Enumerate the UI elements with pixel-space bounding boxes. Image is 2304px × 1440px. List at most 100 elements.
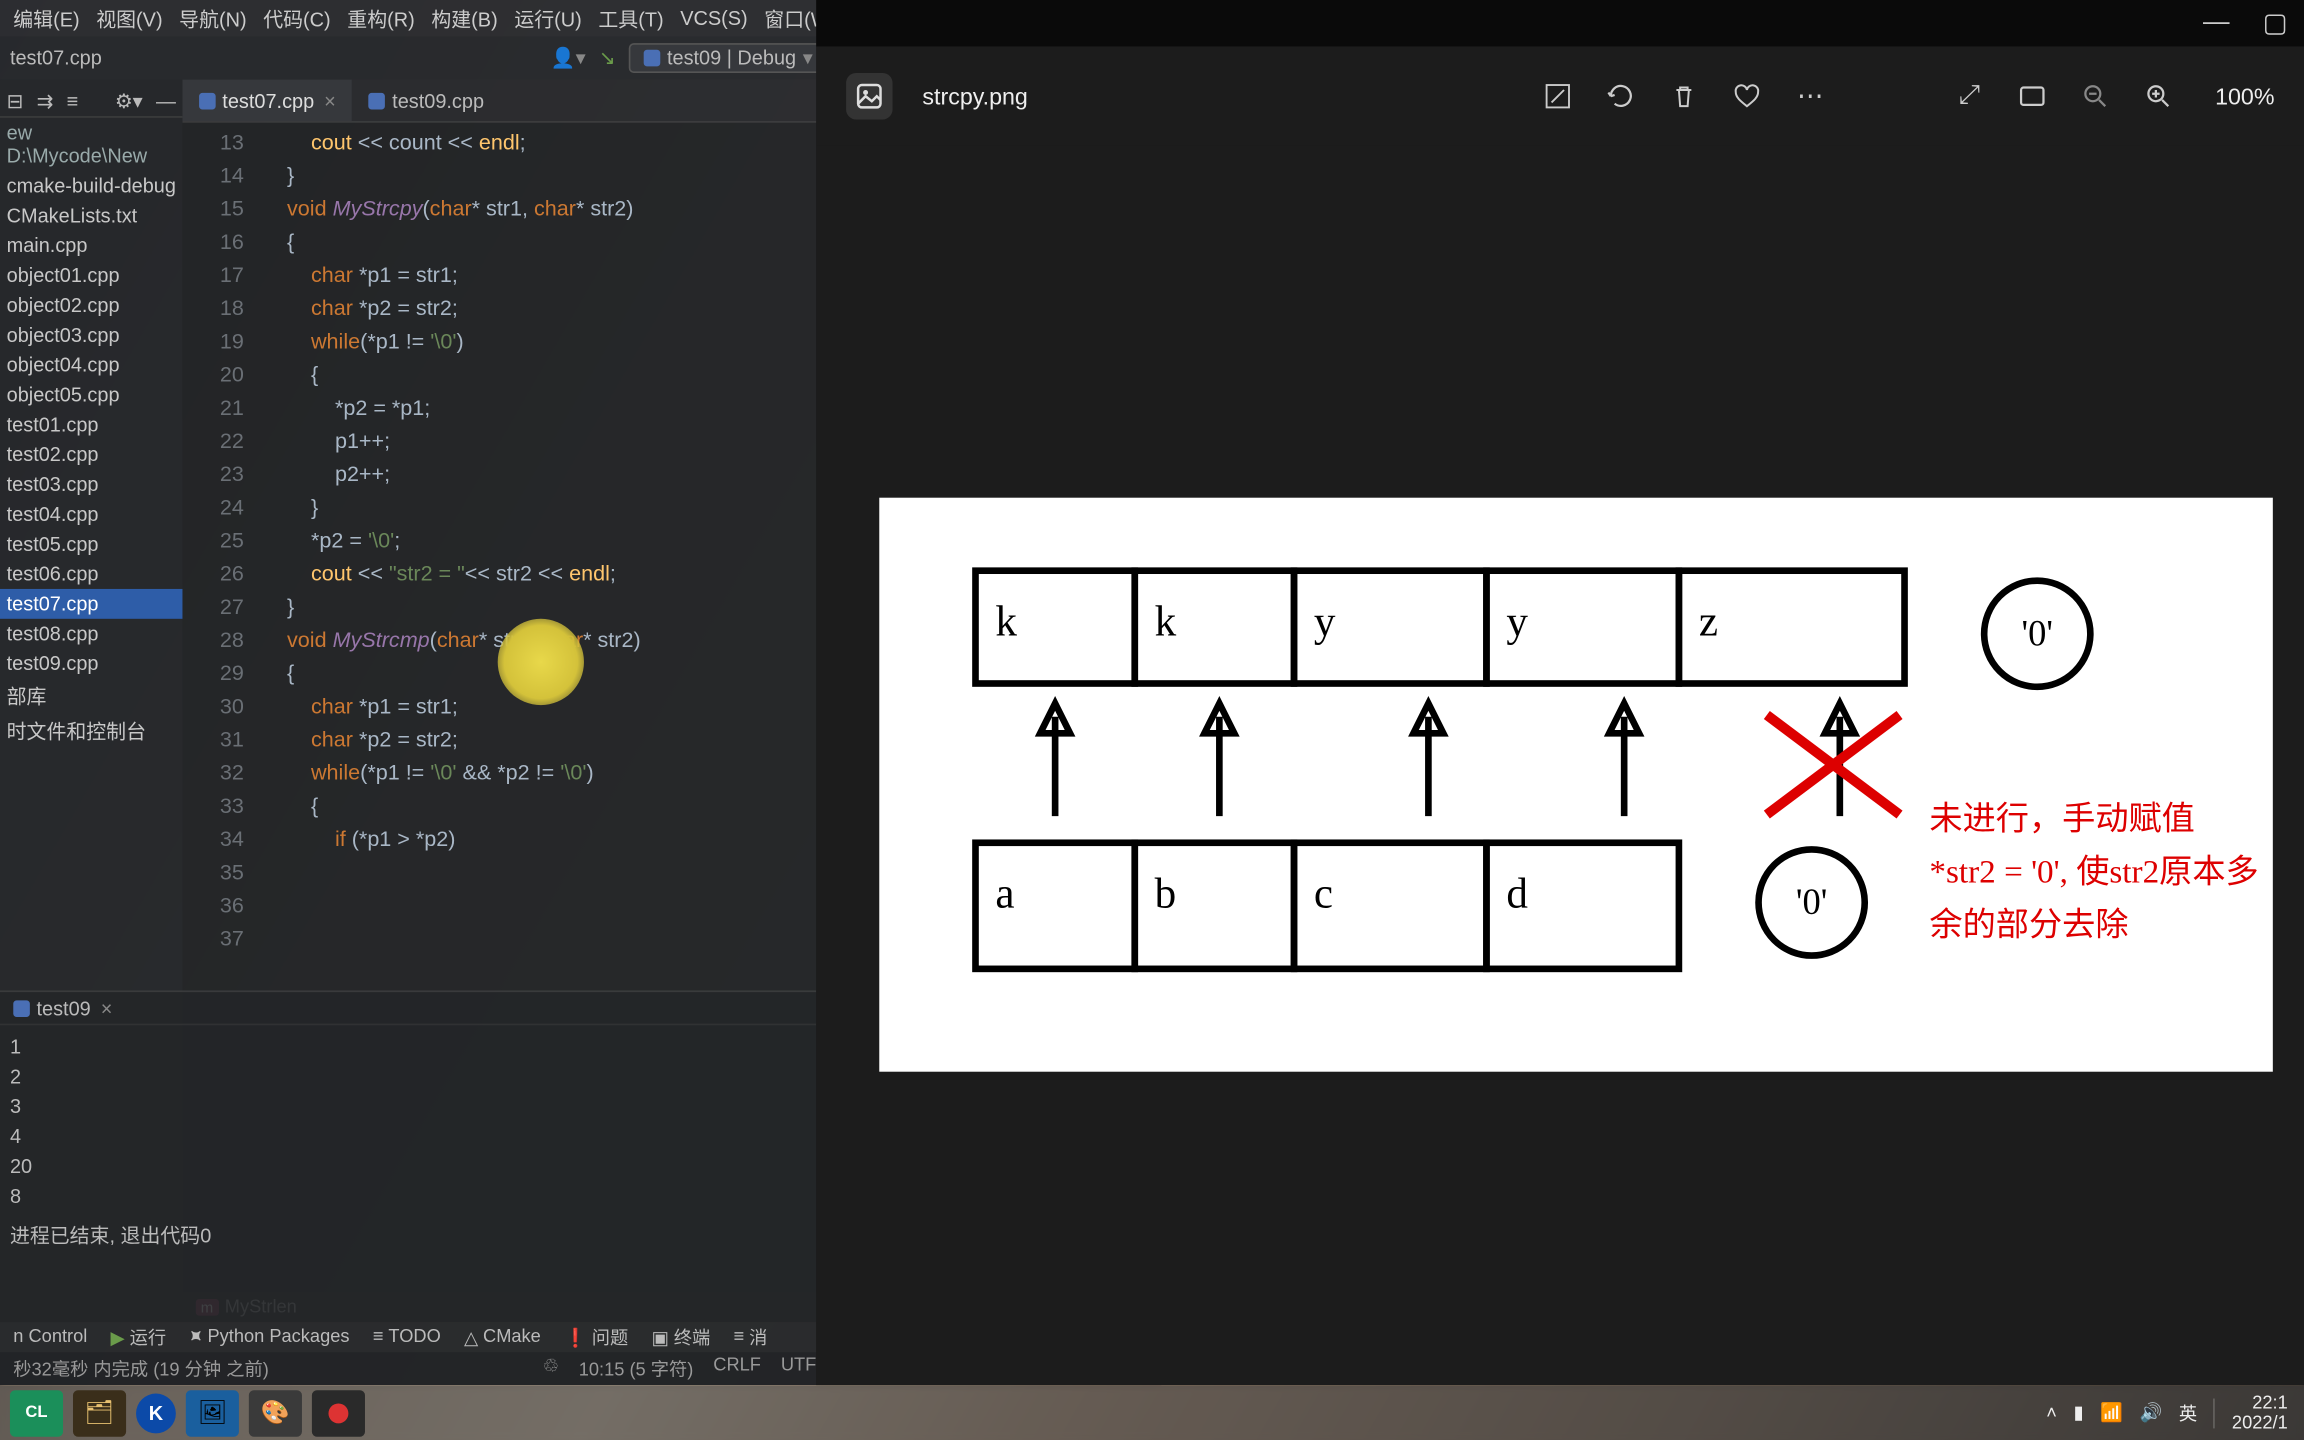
tree-item[interactable]: object05.cpp bbox=[0, 380, 182, 410]
viewer-filename: strcpy.png bbox=[922, 83, 1027, 110]
tree-expand-icon[interactable]: ⇉ bbox=[37, 90, 54, 113]
run-config-selector[interactable]: test09 | Debug ▾ bbox=[629, 43, 828, 73]
tree-root[interactable]: ew D:\Mycode\New bbox=[0, 118, 182, 171]
cell-r1-0: k bbox=[972, 567, 1138, 686]
tw-terminal[interactable]: ▣终端 bbox=[651, 1324, 710, 1351]
tray-chevron-icon[interactable]: ˄ bbox=[2046, 1403, 2057, 1423]
line-separator[interactable]: CRLF bbox=[713, 1355, 761, 1382]
menu-edit[interactable]: 编辑(E) bbox=[10, 4, 83, 32]
editor-tab-test09[interactable]: test09.cpp bbox=[352, 80, 500, 121]
tree-item[interactable]: object04.cpp bbox=[0, 350, 182, 380]
menu-build[interactable]: 构建(B) bbox=[428, 4, 501, 32]
fullscreen-icon[interactable]: ⤢ bbox=[1953, 80, 1986, 113]
gc-icon[interactable]: ♲ bbox=[542, 1355, 558, 1382]
tw-problems[interactable]: ❗问题 bbox=[564, 1324, 628, 1351]
run-tab[interactable]: test09× bbox=[0, 992, 816, 1025]
rotate-icon[interactable] bbox=[1605, 80, 1638, 113]
tw-version-control[interactable]: n Control bbox=[13, 1327, 87, 1347]
tree-item[interactable]: test09.cpp bbox=[0, 649, 182, 679]
menu-navigate[interactable]: 导航(N) bbox=[176, 4, 250, 32]
menu-tools[interactable]: 工具(T) bbox=[595, 4, 667, 32]
cell-r1-1: k bbox=[1131, 567, 1297, 686]
tree-item[interactable]: object01.cpp bbox=[0, 260, 182, 290]
tree-collapse-icon[interactable]: ⊟ bbox=[7, 90, 24, 113]
tree-item[interactable]: test02.cpp bbox=[0, 440, 182, 470]
caret-position[interactable]: 10:15 (5 字符) bbox=[579, 1355, 694, 1382]
null-term-top: '0' bbox=[1981, 577, 2094, 690]
run-tool-window: test09× 1234208 进程已结束, 退出代码0 bbox=[0, 990, 816, 1322]
cell-r2-1: b bbox=[1131, 839, 1297, 972]
fit-icon[interactable] bbox=[2016, 80, 2049, 113]
tree-item[interactable]: 部库 bbox=[0, 679, 182, 714]
tree-item[interactable]: test04.cpp bbox=[0, 499, 182, 529]
tree-item[interactable]: test01.cpp bbox=[0, 410, 182, 440]
exit-message: 进程已结束, 退出代码0 bbox=[10, 1221, 806, 1249]
tree-select-icon[interactable]: ≡ bbox=[67, 90, 79, 113]
tray-volume-icon[interactable]: 🔊 bbox=[2140, 1402, 2163, 1424]
zoom-level[interactable]: 100% bbox=[2215, 83, 2274, 110]
tree-item[interactable]: object02.cpp bbox=[0, 290, 182, 320]
gallery-icon[interactable] bbox=[846, 73, 892, 119]
zoom-out-icon[interactable] bbox=[2079, 80, 2112, 113]
tree-item[interactable]: test07.cpp bbox=[0, 589, 182, 619]
cpp-file-icon bbox=[369, 92, 386, 109]
edit-icon[interactable] bbox=[1542, 80, 1575, 113]
viewer-titlebar: — ▢ bbox=[816, 0, 2304, 46]
taskbar-app-photos[interactable]: 🖼 bbox=[186, 1389, 239, 1435]
tree-item[interactable]: main.cpp bbox=[0, 231, 182, 261]
menu-run[interactable]: 运行(U) bbox=[511, 4, 585, 32]
viewer-minimize[interactable]: — bbox=[2203, 8, 2230, 38]
delete-icon[interactable] bbox=[1668, 80, 1701, 113]
viewer-toolbar: strcpy.png ⋯ ⤢ 100% bbox=[816, 46, 2304, 146]
tree-item[interactable]: CMakeLists.txt bbox=[0, 201, 182, 231]
tree-hide-icon[interactable]: — bbox=[156, 90, 176, 113]
hammer-build-icon[interactable]: ↘ bbox=[599, 46, 616, 69]
tree-item[interactable]: object03.cpp bbox=[0, 320, 182, 350]
output-line: 20 bbox=[10, 1151, 806, 1181]
tree-toolbar: ⊟ ⇉ ≡ ⚙▾ — bbox=[0, 86, 182, 118]
tree-item[interactable]: test05.cpp bbox=[0, 529, 182, 559]
menu-vcs[interactable]: VCS(S) bbox=[677, 7, 751, 30]
open-file-path: test07.cpp bbox=[10, 46, 102, 69]
menu-view[interactable]: 视图(V) bbox=[93, 4, 166, 32]
cell-r2-0: a bbox=[972, 839, 1138, 972]
tw-cmake[interactable]: △CMake bbox=[464, 1326, 541, 1348]
tree-item[interactable]: 时文件和控制台 bbox=[0, 713, 182, 748]
tree-settings-icon[interactable]: ⚙▾ bbox=[115, 90, 143, 113]
editor-tab-test07[interactable]: test07.cpp × bbox=[182, 80, 352, 121]
tray-date[interactable]: 2022/1 bbox=[2232, 1413, 2288, 1433]
tree-item[interactable]: test03.cpp bbox=[0, 469, 182, 499]
people-icon[interactable]: 👤▾ bbox=[551, 46, 586, 69]
tw-run[interactable]: ▶运行 bbox=[111, 1324, 167, 1351]
tray-ime[interactable]: 英 bbox=[2179, 1399, 2197, 1426]
more-icon[interactable]: ⋯ bbox=[1794, 80, 1827, 113]
null-term-bottom: '0' bbox=[1755, 846, 1868, 959]
taskbar-app-k[interactable]: K bbox=[136, 1393, 176, 1433]
tray-battery-icon[interactable]: ▮ bbox=[2074, 1402, 2084, 1424]
close-tab-icon[interactable]: × bbox=[324, 89, 336, 112]
taskbar-app-recorder[interactable] bbox=[312, 1389, 365, 1435]
tw-messages[interactable]: ≡消 bbox=[733, 1324, 767, 1351]
build-last-msg: 秒32毫秒 内完成 (19 分钟 之前) bbox=[13, 1355, 269, 1382]
tray-wifi-icon[interactable]: 📶 bbox=[2100, 1402, 2123, 1424]
taskbar-app-clion[interactable]: CL bbox=[10, 1389, 63, 1435]
tray-time[interactable]: 22:1 bbox=[2252, 1393, 2288, 1413]
taskbar-app-explorer[interactable]: 🗂 bbox=[73, 1389, 126, 1435]
tw-todo[interactable]: ≡TODO bbox=[373, 1327, 441, 1347]
annotation-text: 未进行，手动赋值 *str2 = '0', 使str2原本多余的部分去除 bbox=[1929, 793, 2261, 952]
viewer-maximize[interactable]: ▢ bbox=[2263, 7, 2288, 40]
red-cross-icon bbox=[1759, 707, 1908, 823]
cell-r2-3: d bbox=[1483, 839, 1682, 972]
tree-item[interactable]: test08.cpp bbox=[0, 619, 182, 649]
output-line: 8 bbox=[10, 1181, 806, 1211]
viewer-canvas[interactable]: k k y y z '0' a b c bbox=[816, 146, 2304, 1385]
menu-refactor[interactable]: 重构(R) bbox=[344, 4, 418, 32]
tree-item[interactable]: test06.cpp bbox=[0, 559, 182, 589]
cell-r1-4: z bbox=[1676, 567, 1908, 686]
favorite-icon[interactable] bbox=[1731, 80, 1764, 113]
taskbar-app-paint[interactable]: 🎨 bbox=[249, 1389, 302, 1435]
tw-python-packages[interactable]: ⯍Python Packages bbox=[189, 1326, 349, 1348]
menu-code[interactable]: 代码(C) bbox=[260, 4, 334, 32]
tree-item[interactable]: cmake-build-debug bbox=[0, 171, 182, 201]
zoom-in-icon[interactable] bbox=[2142, 80, 2175, 113]
